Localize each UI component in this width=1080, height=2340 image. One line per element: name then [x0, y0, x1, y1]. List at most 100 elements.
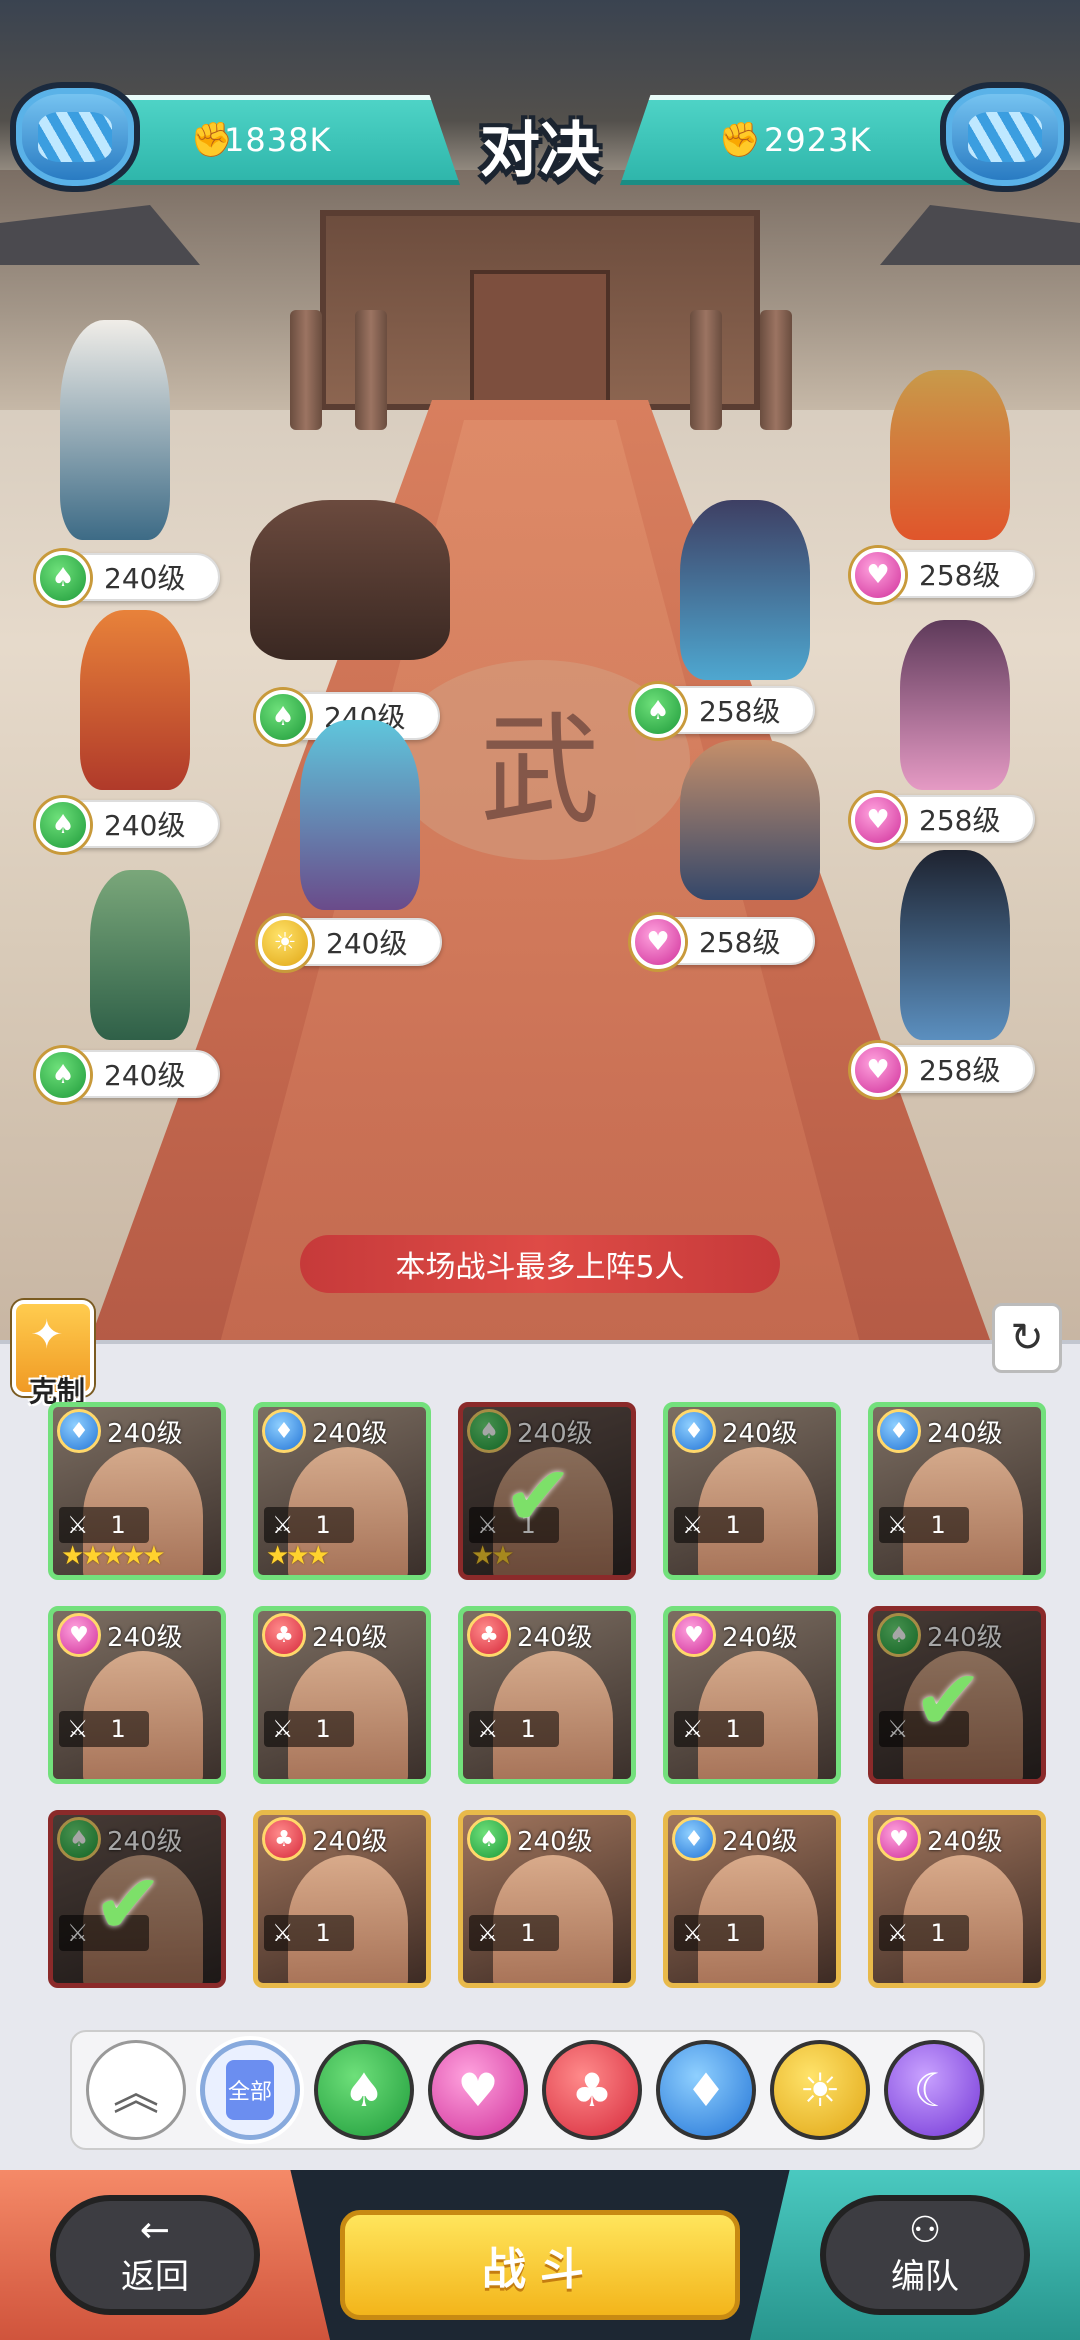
right-hero-level: ♥ 258级	[631, 915, 815, 969]
filter-yellow-button[interactable]: ☀	[770, 2040, 870, 2140]
sword-icon: ⚔	[67, 1715, 89, 1743]
spade-icon: ♠	[256, 690, 310, 744]
deploy-limit-notice: 本场战斗最多上阵5人	[300, 1235, 780, 1293]
hero-card-stars: ★★	[471, 1541, 515, 1571]
filter-red-button[interactable]: ♣	[542, 2040, 642, 2140]
filter-all-label: 全部	[226, 2060, 274, 2120]
hero-card[interactable]: ♦ 240级 ⚔ 1	[663, 1402, 841, 1580]
filter-pink-button[interactable]: ♥	[428, 2040, 528, 2140]
hero-card[interactable]: ♥ 240级 ⚔ 1	[48, 1606, 226, 1784]
right-hero-level: ♠ 258级	[631, 684, 815, 738]
counter-button[interactable]: ✦ 克制	[12, 1300, 94, 1408]
hero-card-attack: ⚔ 1	[264, 1915, 354, 1951]
hero-card-level: 240级	[312, 1623, 388, 1653]
sword-icon: ⚔	[272, 1919, 294, 1947]
spade-icon: ♠	[36, 798, 90, 852]
hero-card[interactable]: ♠ 240级 ⚔ ✔	[48, 1810, 226, 1988]
palace-door	[470, 270, 610, 410]
club-icon: ♣	[262, 1613, 306, 1657]
check-icon: ✔	[913, 1651, 984, 1749]
hero-card-level: 240级	[722, 1827, 798, 1857]
team-icon: ⚇	[908, 2209, 942, 2251]
heart-icon: ♥	[457, 2063, 499, 2117]
fight-button[interactable]: 战斗	[340, 2210, 740, 2320]
sword-icon: ⚔	[887, 1715, 909, 1743]
hero-card[interactable]: ♥ 240级 ⚔ 1	[663, 1606, 841, 1784]
right-hero-level: ♥ 258级	[851, 793, 1035, 847]
moon-icon: ☾	[913, 2063, 955, 2117]
sword-icon: ⚔	[477, 1511, 499, 1539]
hero-card-attack: ⚔ 1	[674, 1711, 764, 1747]
fist-icon: ✊	[190, 120, 234, 160]
diamond-icon: ♦	[685, 2063, 727, 2117]
left-hero-level: ☀ 240级	[258, 916, 442, 970]
refresh-icon: ↻	[1010, 1315, 1044, 1361]
refresh-button[interactable]: ↻	[992, 1303, 1062, 1373]
sun-icon: ☀	[258, 916, 312, 970]
club-icon: ♣	[262, 1817, 306, 1861]
hero-card-level: 240级	[107, 1827, 183, 1857]
hero-card-attack: ⚔ 1	[59, 1507, 149, 1543]
formation-label: 编队	[891, 2256, 959, 2297]
hero-card[interactable]: ♠ 240级 ⚔ ✔	[868, 1606, 1046, 1784]
battle-arena: 武 ♠ 240级 ♠ 240级 ♠ 240级 ☀ 240级 ♠ 240级 ♥ 258级 ♠ 2…	[0, 0, 1080, 1340]
sword-icon: ⚔	[682, 1919, 704, 1947]
hero-card-power: 1	[520, 1919, 536, 1947]
left-hero-level: ♠ 240级	[36, 551, 220, 605]
heart-icon: ♥	[851, 1043, 905, 1097]
hero-card-attack: ⚔ 1	[264, 1711, 354, 1747]
left-team-emblem-icon	[10, 82, 140, 192]
hero-card[interactable]: ♦ 240级 ⚔ 1 ★★★★★	[48, 1402, 226, 1580]
hero-card-level: 240级	[927, 1827, 1003, 1857]
fist-icon: ✊	[718, 120, 762, 160]
hero-card-level: 240级	[517, 1419, 593, 1449]
filter-purple-button[interactable]: ☾	[884, 2040, 984, 2140]
hero-card-power: 1	[315, 1715, 331, 1743]
hero-card[interactable]: ♥ 240级 ⚔ 1	[868, 1810, 1046, 1988]
spade-icon: ♠	[631, 684, 685, 738]
sword-icon: ⚔	[477, 1919, 499, 1947]
diamond-icon: ♦	[672, 1409, 716, 1453]
hero-card-power: 1	[315, 1919, 331, 1947]
arrow-left-icon: ←	[139, 2209, 171, 2251]
sword-icon: ⚔	[887, 1919, 909, 1947]
heart-icon: ♥	[57, 1613, 101, 1657]
spade-icon: ♠	[36, 551, 90, 605]
sword-icon: ⚔	[887, 1511, 909, 1539]
pillar	[290, 310, 322, 430]
hero-card-power: 1	[725, 1511, 741, 1539]
filter-blue-button[interactable]: ♦	[656, 2040, 756, 2140]
hero-card-level: 240级	[312, 1419, 388, 1449]
collapse-button[interactable]: ︽	[86, 2040, 186, 2140]
check-icon: ✔	[503, 1447, 574, 1545]
hero-card-stars: ★★★★★	[61, 1541, 166, 1571]
hero-card[interactable]: ♣ 240级 ⚔ 1	[253, 1810, 431, 1988]
hero-card[interactable]: ♠ 240级 ⚔ 1 ★★ ✔	[458, 1402, 636, 1580]
hero-card[interactable]: ♦ 240级 ⚔ 1	[868, 1402, 1046, 1580]
heart-icon: ♥	[851, 793, 905, 847]
filter-green-button[interactable]: ♠	[314, 2040, 414, 2140]
hero-card[interactable]: ♦ 240级 ⚔ 1 ★★★	[253, 1402, 431, 1580]
hero-card-power: 1	[725, 1715, 741, 1743]
hero-card-attack: ⚔ 1	[264, 1507, 354, 1543]
spade-icon: ♠	[36, 1048, 90, 1102]
hero-card-power: 1	[520, 1715, 536, 1743]
heart-icon: ♥	[851, 548, 905, 602]
hero-card-attack: ⚔ 1	[674, 1507, 764, 1543]
formation-button[interactable]: ⚇ 编队	[820, 2195, 1030, 2315]
filter-all-button[interactable]: 全部	[200, 2040, 300, 2140]
hero-card-level: 240级	[927, 1419, 1003, 1449]
left-power-value: 1838K	[224, 121, 332, 159]
hero-card[interactable]: ♣ 240级 ⚔ 1	[458, 1606, 636, 1784]
hero-card-level: 240级	[107, 1623, 183, 1653]
back-button[interactable]: ← 返回	[50, 2195, 260, 2315]
hero-card[interactable]: ♣ 240级 ⚔ 1	[253, 1606, 431, 1784]
hero-card[interactable]: ♦ 240级 ⚔ 1	[663, 1810, 841, 1988]
right-hero-level: ♥ 258级	[851, 1043, 1035, 1097]
diamond-icon: ♦	[877, 1409, 921, 1453]
right-power-value: 2923K	[764, 121, 872, 159]
hero-card[interactable]: ♠ 240级 ⚔ 1	[458, 1810, 636, 1988]
hero-card-attack: ⚔ 1	[674, 1915, 764, 1951]
check-icon: ✔	[93, 1855, 164, 1953]
hero-card-attack: ⚔ 1	[59, 1711, 149, 1747]
